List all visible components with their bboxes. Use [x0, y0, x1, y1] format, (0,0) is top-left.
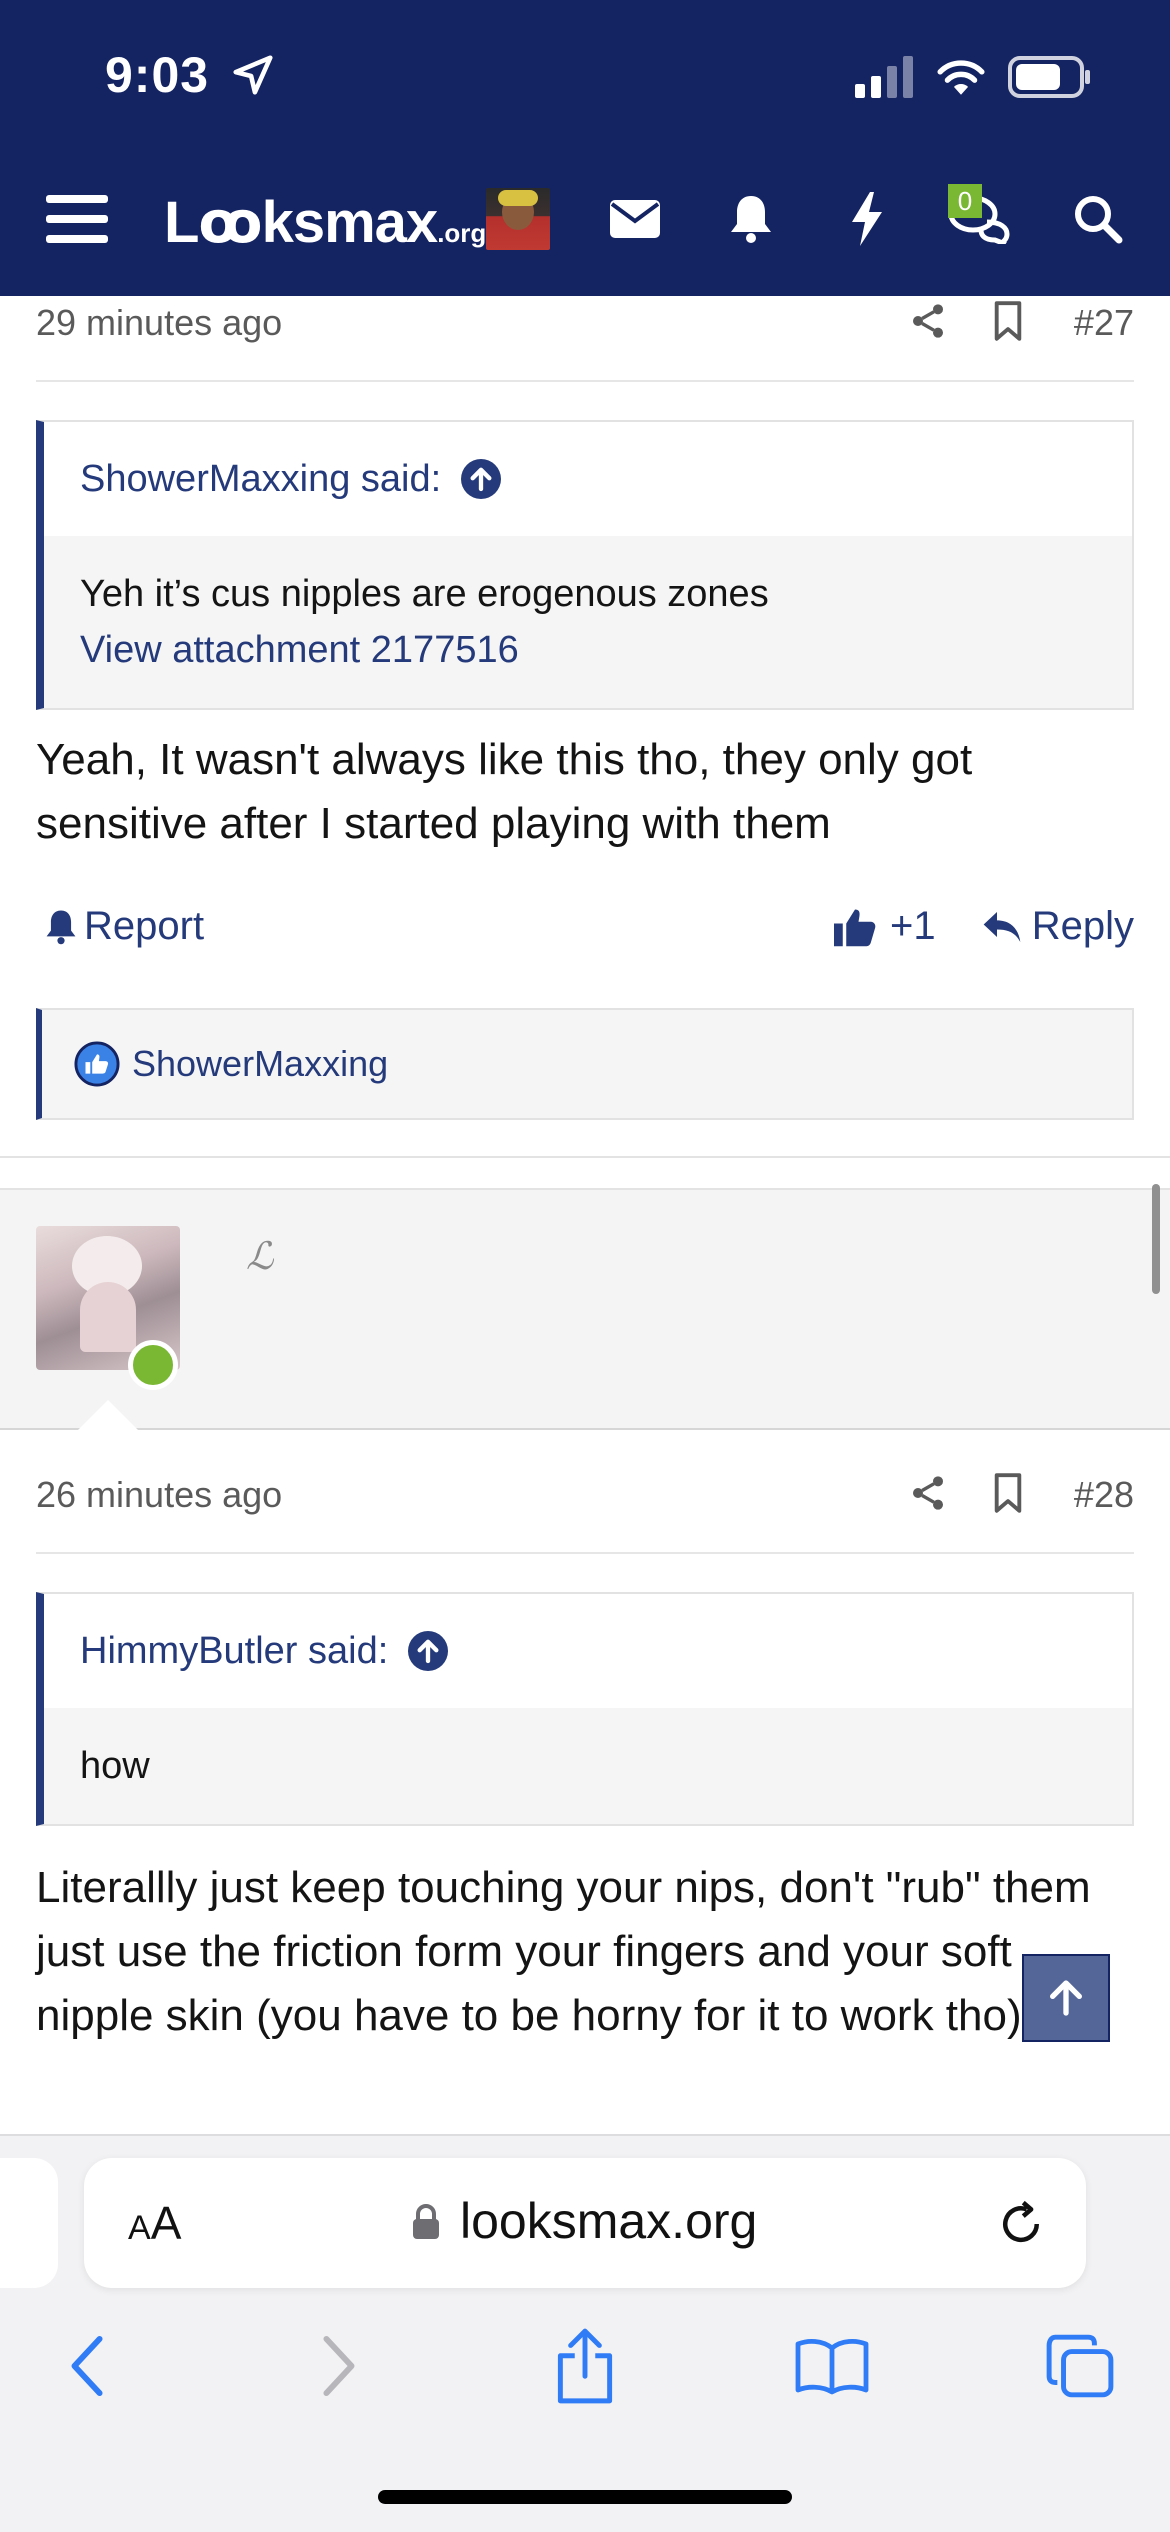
battery-icon [1008, 56, 1090, 98]
menu-icon[interactable] [44, 184, 110, 254]
tabs-icon [1046, 2334, 1114, 2398]
app-header: 9:03 Lꝏksmax.org 0 [0, 0, 1170, 296]
reply-arrow-icon [983, 911, 1021, 942]
status-bar: 9:03 [0, 0, 1170, 150]
post-number[interactable]: #27 [1074, 302, 1134, 344]
cellular-signal-icon [855, 56, 913, 98]
forward-button[interactable] [298, 2326, 378, 2406]
share-button[interactable] [545, 2326, 625, 2406]
status-time: 9:03 [105, 47, 210, 103]
user-rank-glyph: ℒ [246, 1234, 274, 1278]
arrow-up-icon [1050, 1980, 1082, 2016]
location-arrow-icon [233, 55, 273, 95]
back-button[interactable] [48, 2326, 128, 2406]
reactions-bar[interactable]: ShowerMaxxing [36, 1008, 1134, 1120]
divider [36, 380, 1134, 382]
share-icon[interactable] [908, 300, 948, 342]
thread-content: 29 minutes ago #27 ShowerMaxxing said: Y… [0, 296, 1170, 2134]
post-number[interactable]: #28 [1074, 1474, 1134, 1516]
online-indicator [128, 1340, 178, 1390]
like-button[interactable]: +1 [834, 904, 936, 949]
text-size-button[interactable]: AA [128, 2196, 181, 2250]
quote-author[interactable]: ShowerMaxxing said: [44, 422, 1132, 536]
site-logo[interactable]: Lꝏksmax.org [164, 188, 486, 256]
post-meta: 29 minutes ago #27 [36, 300, 1134, 352]
chevron-left-icon [71, 2335, 103, 2397]
post-body: Yeah, It wasn't always like this tho, th… [36, 735, 973, 848]
search-icon[interactable] [1068, 184, 1128, 254]
scrollbar[interactable] [1152, 1184, 1160, 1294]
bell-icon [46, 909, 76, 944]
post-body: Literallly just keep touching your nips,… [36, 1863, 1091, 2040]
lightning-icon[interactable] [840, 184, 894, 254]
divider [36, 1552, 1134, 1554]
wifi-icon [937, 60, 985, 95]
bookmarks-button[interactable] [792, 2326, 872, 2406]
bell-icon[interactable] [724, 184, 778, 254]
scroll-to-top-button[interactable] [1022, 1954, 1110, 2042]
jump-to-quote-icon[interactable] [461, 459, 502, 499]
browser-toolbar: AA looksmax.org [0, 2134, 1170, 2532]
address-bar[interactable]: AA looksmax.org [84, 2158, 1086, 2288]
post-user-band: ℒ [0, 1188, 1170, 1430]
open-book-icon [795, 2338, 869, 2395]
lock-icon [413, 2204, 439, 2239]
bookmark-icon[interactable] [990, 1472, 1026, 1514]
nav-bar: Lꝏksmax.org 0 [0, 150, 1170, 296]
like-reaction-icon [74, 1041, 120, 1087]
thumbs-up-icon [834, 909, 876, 946]
post-time[interactable]: 29 minutes ago [36, 302, 282, 344]
user-avatar[interactable] [486, 184, 550, 254]
reaction-user[interactable]: ShowerMaxxing [132, 1043, 388, 1085]
share-sheet-icon [557, 2328, 613, 2404]
report-button[interactable]: Report [44, 904, 204, 949]
quote-text: Yeh it’s cus nipples are erogenous zones… [44, 536, 1132, 708]
attachment-link[interactable]: View attachment 2177516 [80, 622, 1096, 678]
envelope-icon[interactable] [608, 184, 662, 254]
home-indicator[interactable] [378, 2490, 792, 2504]
bookmark-icon[interactable] [990, 300, 1026, 342]
quote-text: how [44, 1708, 1132, 1824]
quote-block: HimmyButler said: how [36, 1592, 1134, 1826]
share-icon[interactable] [908, 1472, 948, 1514]
previous-tab-preview[interactable] [0, 2158, 58, 2288]
url-text[interactable]: looksmax.org [460, 2192, 757, 2250]
post-meta: 26 minutes ago #28 [36, 1472, 1134, 1524]
chevron-right-icon [323, 2335, 355, 2397]
post-separator [0, 1156, 1170, 1188]
conversations-badge: 0 [948, 184, 982, 218]
post-actions: Report +1 Reply [36, 904, 1134, 964]
tabs-button[interactable] [1040, 2326, 1120, 2406]
jump-to-quote-icon[interactable] [408, 1631, 449, 1671]
reload-icon[interactable] [994, 2196, 1048, 2252]
quote-block: ShowerMaxxing said: Yeh it’s cus nipples… [36, 420, 1134, 710]
caret [78, 1400, 138, 1430]
post-time[interactable]: 26 minutes ago [36, 1474, 282, 1516]
quote-author[interactable]: HimmyButler said: [44, 1594, 1132, 1708]
reply-button[interactable]: Reply [982, 904, 1134, 949]
